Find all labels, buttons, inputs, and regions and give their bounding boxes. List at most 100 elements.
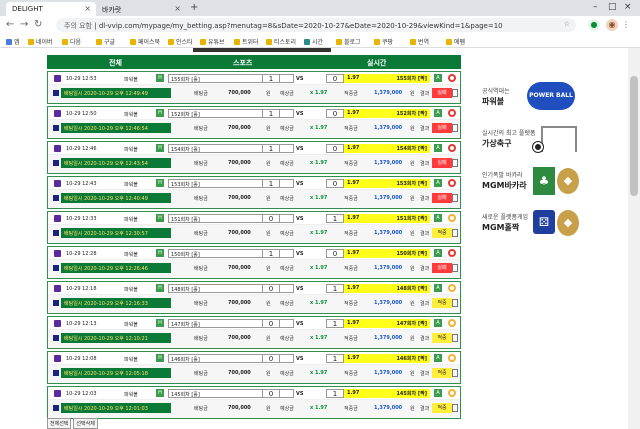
bet-row: 10-29 12:46 파워볼 H 154회차 [홀] 1.97 1 VS 0 1… <box>47 141 461 174</box>
result-badge: 적중 <box>432 403 452 413</box>
vs-label: VS <box>296 286 304 292</box>
trash-icon[interactable] <box>452 89 458 97</box>
minimize-icon[interactable]: – <box>593 2 598 12</box>
security-warning[interactable]: 주의 요함 <box>64 22 92 30</box>
menu-icon[interactable]: ⋮ <box>622 19 630 31</box>
trash-icon[interactable] <box>452 159 458 167</box>
trash-icon[interactable] <box>452 404 458 412</box>
star-icon[interactable]: ☆ <box>564 20 570 28</box>
trash-icon[interactable] <box>452 369 458 377</box>
new-tab-icon[interactable]: + <box>190 2 198 13</box>
away-score: 0 <box>326 109 344 118</box>
home-score: 0 <box>262 389 280 398</box>
banner-title: 가상축구 <box>482 139 512 148</box>
bookmark-time[interactable]: 시간 <box>304 37 323 46</box>
close-icon[interactable]: × <box>84 4 91 13</box>
a-badge: A <box>434 354 442 362</box>
pick-label: 145회차 [홀] <box>171 392 200 398</box>
bookmark-instagram[interactable]: 인스타 <box>168 37 193 46</box>
bookmark-naver[interactable]: 네이버 <box>28 37 53 46</box>
home-score: 0 <box>262 214 280 223</box>
scrollbar[interactable] <box>628 48 640 429</box>
bookmark-coupang[interactable]: 쿠팡 <box>374 37 393 46</box>
trash-icon[interactable] <box>452 264 458 272</box>
row-checkbox[interactable] <box>53 370 59 376</box>
pick-away[interactable]: 1.97 154회차 [짝] <box>344 144 430 153</box>
close-icon[interactable]: × <box>174 4 181 13</box>
forward-icon[interactable]: → <box>20 19 28 30</box>
tab-all[interactable]: 전체 <box>109 58 122 68</box>
game-type-icon <box>54 320 61 327</box>
trash-icon[interactable] <box>452 229 458 237</box>
maximize-icon[interactable]: □ <box>608 2 617 12</box>
bookmark-daum[interactable]: 다음 <box>62 37 81 46</box>
pick-away[interactable]: 1.97 152회차 [짝] <box>344 109 430 118</box>
back-icon[interactable]: ← <box>6 19 14 30</box>
row-checkbox[interactable] <box>53 265 59 271</box>
bookmark-twitter[interactable]: 트위터 <box>234 37 259 46</box>
bookmark-translate[interactable]: 번역 <box>410 37 429 46</box>
bet-amount-label: 배팅금 <box>194 126 208 132</box>
win-amount-label: 예상금 <box>280 336 294 342</box>
side-banner-virtual-soccer[interactable]: 실시간의 최고 플렛폼 가상축구 <box>479 120 582 156</box>
side-banner-mgm-oddeven[interactable]: 새로운 플랫폼게임 MGM홀짝 ⚄ ◆ <box>479 204 582 240</box>
pick-away[interactable]: 1.97 146회차 [짝] <box>344 354 430 363</box>
bookmark-google[interactable]: 구글 <box>96 37 115 46</box>
trash-icon[interactable] <box>452 124 458 132</box>
bet-amount: 700,000 <box>228 195 251 201</box>
payout-label: 적중금 <box>344 336 358 342</box>
tab-baccarat[interactable]: 바카랏 × <box>96 2 186 16</box>
bookmark-blog[interactable]: 블로그 <box>336 37 361 46</box>
extension-icon[interactable]: ● <box>588 19 600 31</box>
odds-multiplier: x 1.97 <box>310 160 328 166</box>
side-banner-powerball[interactable]: 공식역대는 파워볼 POWER BALL <box>479 78 582 114</box>
tab-sports[interactable]: 스포츠 <box>233 58 252 68</box>
vs-label: VS <box>296 111 304 117</box>
pick-away[interactable]: 1.97 145회차 [짝] <box>344 389 430 398</box>
bookmark-tistory[interactable]: 티스토리 <box>266 37 296 46</box>
bookmark-facebook[interactable]: 페이스북 <box>130 37 160 46</box>
avatar[interactable]: ◉ <box>606 19 618 31</box>
pick-away[interactable]: 1.97 147회차 [짝] <box>344 319 430 328</box>
row-checkbox[interactable] <box>53 90 59 96</box>
row-checkbox[interactable] <box>53 405 59 411</box>
close-window-icon[interactable]: × <box>624 2 632 12</box>
row-checkbox[interactable] <box>53 160 59 166</box>
bet-amount-label: 배팅금 <box>194 196 208 202</box>
select-all-button[interactable]: 전체선택 <box>47 418 72 429</box>
win-amount-label: 예상금 <box>280 301 294 307</box>
bookmark-apps[interactable]: 앱 <box>6 37 20 46</box>
pick-away[interactable]: 1.97 155회차 [짝] <box>344 74 430 83</box>
pick-away[interactable]: 1.97 151회차 [짝] <box>344 214 430 223</box>
payout-label: 적중금 <box>344 371 358 377</box>
tab-live[interactable]: 실시간 <box>367 58 386 68</box>
row-checkbox[interactable] <box>53 195 59 201</box>
row-checkbox[interactable] <box>53 125 59 131</box>
pick-away[interactable]: 1.97 148회차 [짝] <box>344 284 430 293</box>
trash-icon[interactable] <box>452 299 458 307</box>
away-pick-label: 153회차 [짝] <box>396 181 427 187</box>
result-badge: 실패 <box>432 263 452 273</box>
vs-label: VS <box>296 76 304 82</box>
row-checkbox[interactable] <box>53 300 59 306</box>
row-checkbox[interactable] <box>53 335 59 341</box>
trash-icon[interactable] <box>452 194 458 202</box>
bookmark-youtube[interactable]: 유튜브 <box>200 37 225 46</box>
game-name: 파워볼 <box>124 357 138 363</box>
reload-icon[interactable]: ↻ <box>34 19 42 30</box>
address-bar[interactable]: 주의 요함 | dl-vvip.com/mypage/my_betting.as… <box>56 18 576 32</box>
bet-row: 10-29 12:43 파워볼 H 153회차 [홀] 1.97 1 VS 0 1… <box>47 176 461 209</box>
pick-away[interactable]: 1.97 150회차 [짝] <box>344 249 430 258</box>
bet-row-detail: 배팅일시 2020-10-29 오후 12:10:21 배팅금 700,000 … <box>48 330 460 348</box>
scrollbar-thumb[interactable] <box>630 76 638 196</box>
bet-time: 10-29 12:08 <box>66 356 97 362</box>
odds-multiplier: x 1.97 <box>310 300 328 306</box>
tab-delight[interactable]: DELIGHT × <box>6 2 96 16</box>
bookmark-fmkorea[interactable]: 에펨 <box>446 37 465 46</box>
pick-away[interactable]: 1.97 153회차 [짝] <box>344 179 430 188</box>
side-banner-mgm-baccarat[interactable]: 인기폭발 바카라 MGM바카라 ♣ ◆ <box>479 162 582 198</box>
delete-selected-button[interactable]: 선택삭제 <box>73 418 98 429</box>
row-checkbox[interactable] <box>53 230 59 236</box>
trash-icon[interactable] <box>452 334 458 342</box>
pick-label: 153회차 [홀] <box>171 182 200 188</box>
